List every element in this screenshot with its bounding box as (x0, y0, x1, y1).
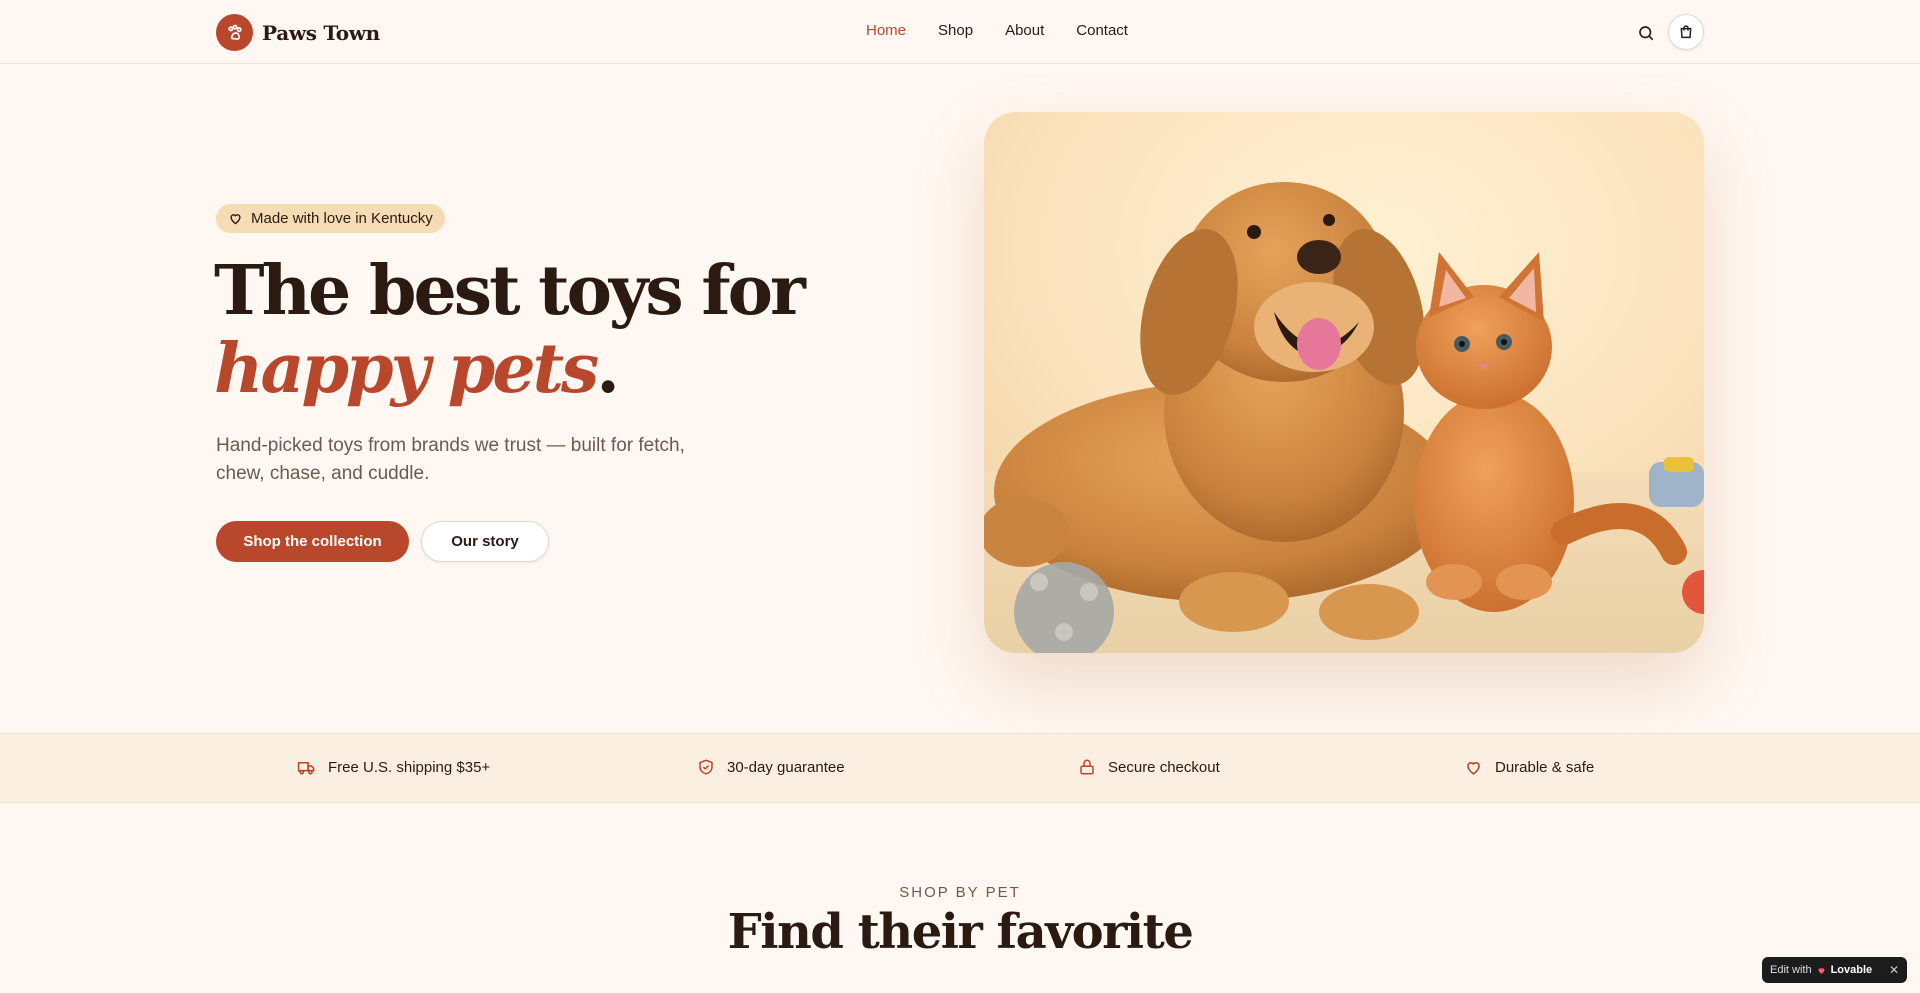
shopping-bag-icon (1680, 25, 1692, 39)
our-story-button[interactable]: Our story (421, 521, 549, 562)
cart-button[interactable] (1668, 14, 1704, 50)
badge-label: Made with love in Kentucky (251, 210, 433, 227)
edit-with-lovable-badge[interactable]: Edit with Lovable ✕ (1762, 957, 1907, 983)
truck-icon (297, 761, 315, 775)
lock-icon (1080, 759, 1094, 775)
hero-title: The best toys for happy pets. (214, 252, 834, 408)
lovable-brand: Lovable (1830, 964, 1873, 976)
feature-label: Durable & safe (1495, 759, 1595, 776)
heart-icon (230, 214, 241, 225)
search-button[interactable] (1635, 22, 1657, 44)
hero-title-accent: happy pets (214, 329, 599, 409)
origin-badge: Made with love in Kentucky (216, 204, 445, 233)
section-eyebrow: SHOP BY PET (899, 884, 1021, 901)
features-strip: Free U.S. shipping $35+ 30-day guarantee… (0, 733, 1920, 803)
hero-image (984, 112, 1704, 653)
main-nav: Home Shop About Contact (866, 22, 1128, 39)
nav-contact[interactable]: Contact (1076, 22, 1128, 39)
nav-shop[interactable]: Shop (938, 22, 973, 39)
feature-label: 30-day guarantee (727, 758, 845, 776)
heart-icon (1467, 762, 1480, 775)
search-icon (1639, 26, 1654, 41)
lovable-heart-icon (1818, 967, 1825, 974)
shield-check-icon (699, 759, 713, 775)
dog-and-kitten-illustration (984, 112, 1704, 653)
hero-title-line1: The best toys for (214, 251, 806, 331)
lovable-prefix: Edit with (1770, 964, 1812, 976)
nav-home[interactable]: Home (866, 22, 906, 39)
close-icon[interactable]: ✕ (1889, 963, 1899, 977)
site-header: Paws Town Home Shop About Contact (0, 0, 1920, 64)
feature-secure: Secure checkout (1078, 758, 1220, 776)
feature-guarantee: 30-day guarantee (697, 758, 845, 776)
hero-subtitle: Hand-picked toys from brands we trust — … (216, 435, 685, 484)
paw-icon (216, 14, 253, 51)
section-title: Find their favorite (727, 904, 1194, 960)
brand[interactable]: Paws Town (216, 14, 380, 51)
feature-label: Secure checkout (1108, 758, 1220, 776)
brand-name: Paws Town (262, 20, 380, 45)
feature-durable: Durable & safe (1464, 758, 1594, 777)
shop-collection-button[interactable]: Shop the collection (216, 521, 409, 562)
feature-label: Free U.S. shipping $35+ (328, 759, 491, 776)
feature-shipping: Free U.S. shipping $35+ (297, 758, 490, 777)
nav-about[interactable]: About (1005, 22, 1044, 39)
hero-title-period: . (596, 329, 620, 409)
